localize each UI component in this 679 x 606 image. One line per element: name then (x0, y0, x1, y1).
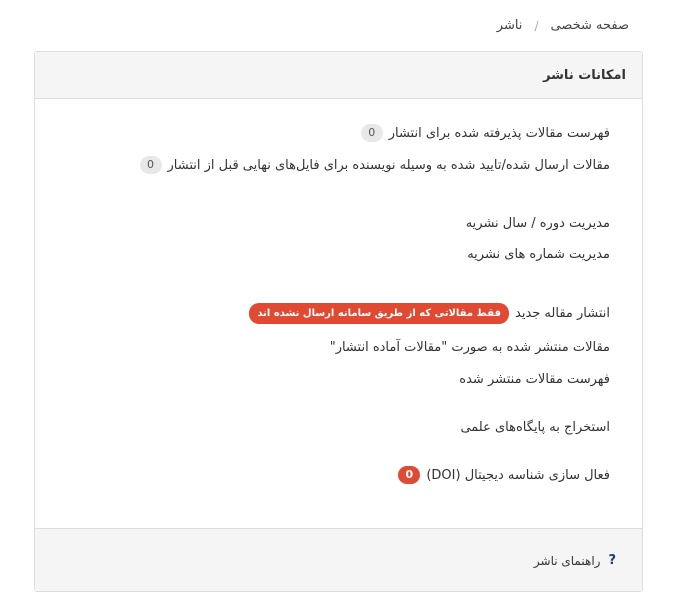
accepted-count-badge: 0 (360, 124, 383, 142)
published-list-link[interactable]: فهرست مقالات منتشر شده (459, 372, 610, 387)
author-approved-link[interactable]: مقالات ارسال شده/تایید شده به وسیله نویس… (168, 158, 610, 173)
breadcrumb: صفحه شخصی / ناشر (497, 18, 629, 33)
breadcrumb-separator: / (534, 18, 539, 33)
panel-footer: ? راهنمای ناشر (35, 528, 642, 591)
menu-item-accepted-list: فهرست مقالات پذیرفته شده برای انتشار 0 (360, 124, 610, 142)
manage-issues-link[interactable]: مدیریت شماره های نشریه (467, 247, 610, 262)
menu-item-indexing-export: استخراج به پایگاه‌های علمی (460, 420, 610, 435)
menu-item-doi-activation: فعال سازی شناسه دیجیتال (DOI) 0 (398, 466, 610, 484)
manage-volumes-link[interactable]: مدیریت دوره / سال نشریه (466, 216, 610, 231)
breadcrumb-current: ناشر (496, 18, 523, 33)
menu-item-manage-volumes: مدیریت دوره / سال نشریه (466, 216, 610, 231)
panel-title: امکانات ناشر (35, 52, 642, 99)
doi-count-badge: 0 (398, 466, 421, 484)
menu-item-published-list: فهرست مقالات منتشر شده (459, 372, 610, 387)
panel-body: فهرست مقالات پذیرفته شده برای انتشار 0 م… (35, 99, 642, 530)
accepted-list-link[interactable]: فهرست مقالات پذیرفته شده برای انتشار (389, 126, 610, 141)
published-as-ready-link[interactable]: مقالات منتشر شده به صورت "مقالات آماده ا… (330, 340, 610, 355)
question-icon: ? (608, 553, 616, 568)
help-label: راهنمای ناشر (533, 553, 601, 568)
author-approved-count-badge: 0 (139, 156, 162, 174)
breadcrumb-home[interactable]: صفحه شخصی (550, 18, 629, 33)
menu-item-author-approved: مقالات ارسال شده/تایید شده به وسیله نویس… (139, 156, 610, 174)
publish-new-note-badge: فقط مقالاتی که از طریق سامانه ارسال نشده… (249, 303, 509, 324)
indexing-export-link[interactable]: استخراج به پایگاه‌های علمی (460, 420, 610, 435)
menu-item-publish-new: انتشار مقاله جدید فقط مقالاتی که از طریق… (249, 303, 610, 324)
menu-item-published-as-ready: مقالات منتشر شده به صورت "مقالات آماده ا… (330, 340, 610, 355)
doi-activation-link[interactable]: فعال سازی شناسه دیجیتال (DOI) (426, 468, 610, 483)
menu-item-manage-issues: مدیریت شماره های نشریه (467, 247, 610, 262)
publisher-panel: امکانات ناشر فهرست مقالات پذیرفته شده بر… (34, 51, 643, 592)
publish-new-link[interactable]: انتشار مقاله جدید (515, 306, 610, 321)
publisher-help-link[interactable]: ? راهنمای ناشر (534, 553, 616, 568)
